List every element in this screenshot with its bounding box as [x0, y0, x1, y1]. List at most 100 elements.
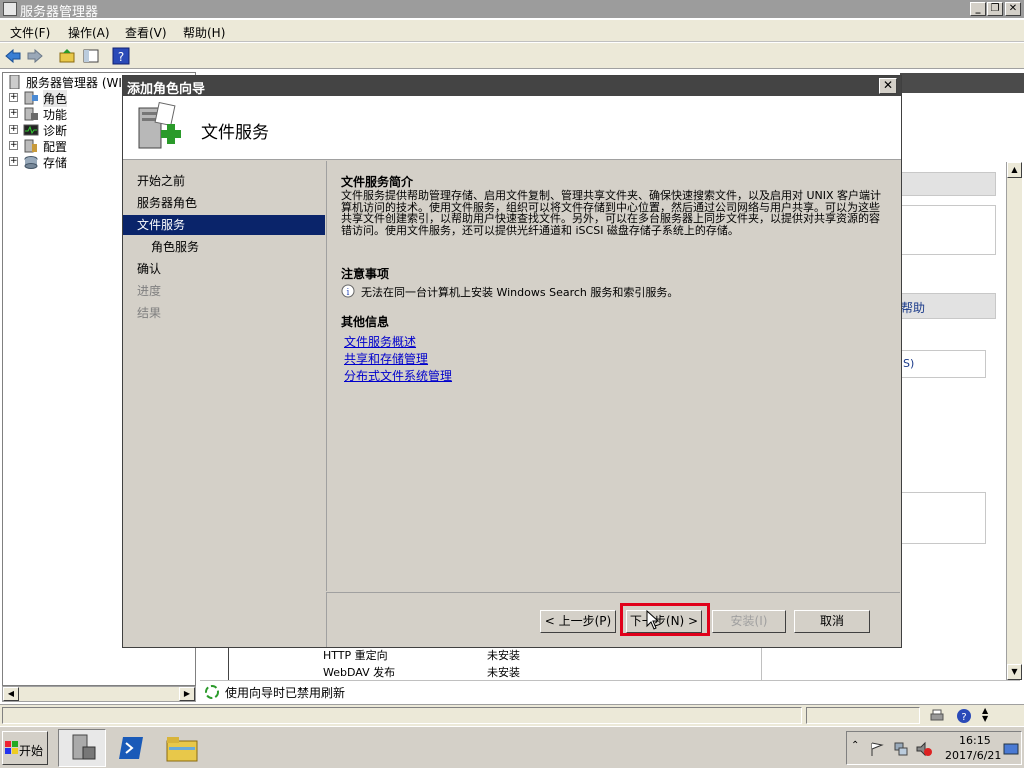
tree-item-label: 诊断: [43, 124, 68, 138]
help-section-header: 帮助: [900, 293, 996, 319]
taskbar: 开始 ⌃ 16:15 2017/6/21: [0, 726, 1024, 768]
spin-arrows-icon[interactable]: ▲ ▼: [982, 707, 992, 724]
roles-icon: [24, 91, 38, 105]
table-row-status: 未安装: [487, 666, 520, 679]
taskbar-explorer[interactable]: [160, 731, 204, 765]
dialog-close-button[interactable]: ✕: [879, 78, 897, 94]
close-icon[interactable]: ✕: [1005, 2, 1021, 16]
taskbar-powershell[interactable]: [112, 731, 156, 765]
storage-icon: [24, 156, 38, 169]
back-icon[interactable]: [4, 47, 22, 65]
status-bar: ? ▲ ▼: [0, 704, 1024, 726]
show-hidden-icons-icon[interactable]: ⌃: [851, 740, 859, 751]
step-file-services[interactable]: 文件服务: [123, 215, 325, 235]
value-fragment: S): [903, 357, 915, 370]
refresh-status-line: 使用向导时已禁用刷新: [200, 680, 1020, 702]
menu-view[interactable]: 查看(V): [125, 24, 167, 41]
step-before-you-begin[interactable]: 开始之前: [123, 171, 325, 191]
mouse-cursor-icon: [646, 610, 660, 630]
add-roles-wizard-dialog: 添加角色向导 ✕ 文件服务 开始之前 服务器角色 文件服务 角色服务 确认 进度…: [122, 75, 902, 648]
status-panel: [2, 707, 802, 724]
features-icon: [24, 107, 38, 121]
link-file-services-overview[interactable]: 文件服务概述: [344, 333, 416, 350]
menu-bar: 文件(F) 操作(A) 查看(V) 帮助(H): [0, 20, 1024, 42]
expand-icon[interactable]: +: [9, 109, 18, 118]
step-results: 结果: [137, 306, 162, 320]
configuration-icon: [24, 139, 37, 153]
dialog-header: 文件服务: [123, 96, 901, 160]
powershell-icon: [119, 737, 143, 759]
help-icon[interactable]: ?: [112, 47, 130, 65]
server-manager-icon: [72, 734, 96, 760]
network-icon[interactable]: [893, 741, 909, 757]
info-box: [900, 492, 986, 544]
vertical-scrollbar[interactable]: ▲ ▼: [1006, 162, 1022, 680]
section-header: [900, 172, 996, 196]
dialog-titlebar: 添加角色向导 ✕: [123, 76, 901, 97]
expand-icon[interactable]: +: [9, 141, 18, 150]
notes-title: 注意事项: [341, 267, 390, 281]
tree-horizontal-scrollbar[interactable]: ◀ ▶: [2, 686, 196, 702]
tree-item-label: 功能: [43, 108, 68, 122]
up-folder-icon[interactable]: [58, 47, 76, 65]
next-button-highlight: [620, 603, 710, 636]
folder-icon: [166, 737, 198, 762]
details-header-bar: [900, 73, 1024, 93]
link-share-storage-management[interactable]: 共享和存储管理: [344, 350, 428, 367]
tree-item-label: 角色: [43, 90, 68, 107]
help-circle-icon[interactable]: ?: [956, 708, 972, 724]
help-link-fragment[interactable]: 帮助: [901, 299, 925, 316]
forward-icon[interactable]: [26, 47, 44, 65]
taskbar-server-manager[interactable]: [58, 729, 106, 767]
restore-icon[interactable]: ❐: [987, 2, 1003, 16]
link-dfs-management[interactable]: 分布式文件系统管理: [344, 367, 452, 384]
step-server-roles[interactable]: 服务器角色: [123, 193, 325, 213]
scroll-up-icon[interactable]: ▲: [1007, 162, 1022, 178]
note-text: 无法在同一台计算机上安装 Windows Search 服务和索引服务。: [361, 286, 679, 299]
table-row-name: WebDAV 发布: [323, 666, 396, 679]
scroll-right-icon[interactable]: ▶: [179, 687, 195, 701]
intro-body: 文件服务提供帮助管理存储、启用文件复制、管理共享文件夹、确保快速搜索文件，以及启…: [341, 189, 882, 237]
menu-file[interactable]: 文件(F): [10, 24, 50, 41]
clock-date[interactable]: 2017/6/21: [945, 749, 1001, 762]
window-titlebar: 服务器管理器 _ ❐ ✕: [0, 0, 1024, 20]
server-manager-icon: [3, 2, 17, 16]
server-icon: [9, 75, 20, 89]
role-services-table: HTTP 重定向 未安装 WebDAV 发布 未安装: [228, 646, 762, 680]
flag-icon[interactable]: [869, 741, 885, 757]
show-hide-tree-icon[interactable]: [82, 47, 100, 65]
menu-action[interactable]: 操作(A): [68, 24, 110, 41]
clock-time[interactable]: 16:15: [959, 734, 991, 747]
svg-text:?: ?: [961, 712, 966, 723]
volume-muted-icon[interactable]: [915, 741, 933, 757]
tree-item-label: 配置: [43, 140, 68, 154]
printer-icon[interactable]: [928, 708, 946, 724]
windows-logo-icon: [5, 741, 18, 754]
section-box: [900, 205, 996, 255]
info-icon: i: [341, 284, 355, 298]
wizard-buttons: < 上一步(P) 下一步(N) > 安装(I) 取消: [326, 592, 900, 647]
show-desktop-icon[interactable]: [1003, 741, 1019, 757]
wizard-steps: 开始之前 服务器角色 文件服务 角色服务 确认 进度 结果: [123, 161, 325, 647]
intro-title: 文件服务简介: [341, 175, 414, 189]
table-row-name: HTTP 重定向: [323, 649, 388, 662]
start-label: 开始: [19, 744, 44, 758]
cancel-button[interactable]: 取消: [794, 610, 870, 633]
start-button[interactable]: 开始: [2, 731, 48, 765]
dialog-title: 添加角色向导: [127, 82, 206, 97]
svg-text:i: i: [347, 288, 350, 298]
step-role-services[interactable]: 角色服务: [123, 237, 325, 257]
scroll-left-icon[interactable]: ◀: [3, 687, 19, 701]
step-progress: 进度: [137, 284, 162, 298]
expand-icon[interactable]: +: [9, 93, 18, 102]
diagnostics-icon: [23, 124, 39, 136]
step-confirmation[interactable]: 确认: [123, 259, 325, 279]
scroll-down-icon[interactable]: ▼: [1007, 664, 1022, 680]
install-button: 安装(I): [712, 610, 786, 633]
refresh-status-text: 使用向导时已禁用刷新: [225, 686, 346, 700]
previous-button[interactable]: < 上一步(P): [540, 610, 616, 633]
minimize-icon[interactable]: _: [970, 2, 986, 16]
menu-help[interactable]: 帮助(H): [183, 24, 225, 41]
expand-icon[interactable]: +: [9, 157, 18, 166]
expand-icon[interactable]: +: [9, 125, 18, 134]
